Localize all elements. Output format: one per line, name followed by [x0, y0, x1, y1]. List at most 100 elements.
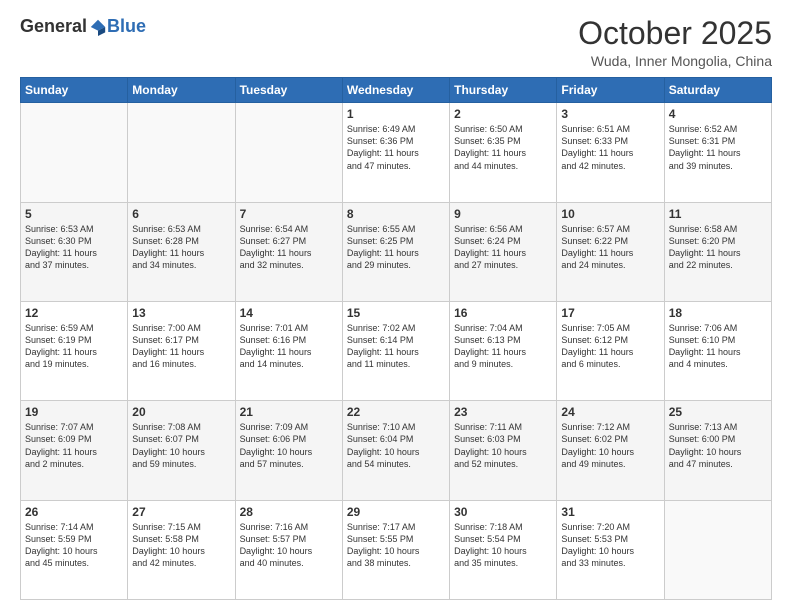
day-info: Sunrise: 6:59 AM Sunset: 6:19 PM Dayligh… [25, 322, 123, 371]
table-row: 11Sunrise: 6:58 AM Sunset: 6:20 PM Dayli… [664, 202, 771, 301]
day-number: 4 [669, 107, 767, 121]
day-number: 10 [561, 207, 659, 221]
table-row: 31Sunrise: 7:20 AM Sunset: 5:53 PM Dayli… [557, 500, 664, 599]
table-row: 13 Sunrise: 7:00 AM Sunset: 6:17 PM Dayli… [128, 301, 235, 400]
day-number: 26 [25, 505, 123, 519]
table-row: 21 Sunrise: 7:09 AM Sunset: 6:06 PM Dayli… [235, 401, 342, 500]
day-number: 15 [347, 306, 445, 320]
day-info: Sunrise: 7:05 AM Sunset: 6:12 PM Dayligh… [561, 322, 659, 371]
logo-general-text: General [20, 16, 87, 37]
day-info: Sunrise: 7:09 AM Sunset: 6:06 PM Dayligh… [240, 421, 338, 470]
day-number: 23 [454, 405, 552, 419]
day-info: Sunrise: 6:52 AM Sunset: 6:31 PM Dayligh… [669, 123, 767, 172]
day-number: 19 [25, 405, 123, 419]
header-saturday: Saturday [664, 78, 771, 103]
table-row: 28 Sunrise: 7:16 AM Sunset: 5:57 PM Dayli… [235, 500, 342, 599]
calendar-week-row-2: 12 Sunrise: 6:59 AM Sunset: 6:19 PM Dayli… [21, 301, 772, 400]
day-number: 3 [561, 107, 659, 121]
header-friday: Friday [557, 78, 664, 103]
table-row: 18 Sunrise: 7:06 AM Sunset: 6:10 PM Dayli… [664, 301, 771, 400]
day-number: 25 [669, 405, 767, 419]
header-wednesday: Wednesday [342, 78, 449, 103]
table-row: 16 Sunrise: 7:04 AM Sunset: 6:13 PM Dayli… [450, 301, 557, 400]
day-number: 8 [347, 207, 445, 221]
day-number: 27 [132, 505, 230, 519]
table-row [664, 500, 771, 599]
day-number: 17 [561, 306, 659, 320]
day-number: 13 [132, 306, 230, 320]
day-info: Sunrise: 7:04 AM Sunset: 6:13 PM Dayligh… [454, 322, 552, 371]
month-title: October 2025 [578, 16, 772, 51]
table-row: 22 Sunrise: 7:10 AM Sunset: 6:04 PM Dayli… [342, 401, 449, 500]
day-info: Sunrise: 7:13 AM Sunset: 6:00 PM Dayligh… [669, 421, 767, 470]
day-info: Sunrise: 7:14 AM Sunset: 5:59 PM Dayligh… [25, 521, 123, 570]
day-info: Sunrise: 7:08 AM Sunset: 6:07 PM Dayligh… [132, 421, 230, 470]
day-info: Sunrise: 6:57 AM Sunset: 6:22 PM Dayligh… [561, 223, 659, 272]
day-number: 28 [240, 505, 338, 519]
day-number: 12 [25, 306, 123, 320]
day-number: 7 [240, 207, 338, 221]
day-info: Sunrise: 7:00 AM Sunset: 6:17 PM Dayligh… [132, 322, 230, 371]
day-info: Sunrise: 7:12 AM Sunset: 6:02 PM Dayligh… [561, 421, 659, 470]
day-number: 22 [347, 405, 445, 419]
table-row: 5Sunrise: 6:53 AM Sunset: 6:30 PM Daylig… [21, 202, 128, 301]
table-row: 24Sunrise: 7:12 AM Sunset: 6:02 PM Dayli… [557, 401, 664, 500]
day-number: 1 [347, 107, 445, 121]
day-info: Sunrise: 6:51 AM Sunset: 6:33 PM Dayligh… [561, 123, 659, 172]
day-number: 31 [561, 505, 659, 519]
table-row: 3 Sunrise: 6:51 AM Sunset: 6:33 PM Daylig… [557, 103, 664, 202]
table-row: 30Sunrise: 7:18 AM Sunset: 5:54 PM Dayli… [450, 500, 557, 599]
table-row: 17 Sunrise: 7:05 AM Sunset: 6:12 PM Dayli… [557, 301, 664, 400]
logo: General Blue [20, 16, 146, 37]
day-info: Sunrise: 7:11 AM Sunset: 6:03 PM Dayligh… [454, 421, 552, 470]
calendar-header-row: Sunday Monday Tuesday Wednesday Thursday… [21, 78, 772, 103]
calendar-week-row-4: 26 Sunrise: 7:14 AM Sunset: 5:59 PM Dayli… [21, 500, 772, 599]
day-number: 6 [132, 207, 230, 221]
header-sunday: Sunday [21, 78, 128, 103]
day-info: Sunrise: 6:56 AM Sunset: 6:24 PM Dayligh… [454, 223, 552, 272]
logo-blue-text: Blue [107, 16, 146, 37]
table-row [128, 103, 235, 202]
day-info: Sunrise: 7:16 AM Sunset: 5:57 PM Dayligh… [240, 521, 338, 570]
day-info: Sunrise: 6:49 AM Sunset: 6:36 PM Dayligh… [347, 123, 445, 172]
day-number: 16 [454, 306, 552, 320]
day-info: Sunrise: 7:10 AM Sunset: 6:04 PM Dayligh… [347, 421, 445, 470]
calendar-week-row-0: 1 Sunrise: 6:49 AM Sunset: 6:36 PM Daylig… [21, 103, 772, 202]
page: General Blue October 2025 Wuda, Inner Mo… [0, 0, 792, 612]
day-info: Sunrise: 7:02 AM Sunset: 6:14 PM Dayligh… [347, 322, 445, 371]
table-row: 25 Sunrise: 7:13 AM Sunset: 6:00 PM Dayli… [664, 401, 771, 500]
calendar-table: Sunday Monday Tuesday Wednesday Thursday… [20, 77, 772, 600]
table-row: 14Sunrise: 7:01 AM Sunset: 6:16 PM Dayli… [235, 301, 342, 400]
day-info: Sunrise: 7:06 AM Sunset: 6:10 PM Dayligh… [669, 322, 767, 371]
table-row: 1 Sunrise: 6:49 AM Sunset: 6:36 PM Daylig… [342, 103, 449, 202]
table-row: 29Sunrise: 7:17 AM Sunset: 5:55 PM Dayli… [342, 500, 449, 599]
table-row: 19Sunrise: 7:07 AM Sunset: 6:09 PM Dayli… [21, 401, 128, 500]
day-number: 21 [240, 405, 338, 419]
table-row: 7 Sunrise: 6:54 AM Sunset: 6:27 PM Daylig… [235, 202, 342, 301]
day-number: 11 [669, 207, 767, 221]
day-info: Sunrise: 6:53 AM Sunset: 6:30 PM Dayligh… [25, 223, 123, 272]
logo-icon [89, 18, 107, 36]
day-number: 9 [454, 207, 552, 221]
table-row [21, 103, 128, 202]
header-monday: Monday [128, 78, 235, 103]
table-row: 20Sunrise: 7:08 AM Sunset: 6:07 PM Dayli… [128, 401, 235, 500]
table-row: 15 Sunrise: 7:02 AM Sunset: 6:14 PM Dayli… [342, 301, 449, 400]
table-row: 8Sunrise: 6:55 AM Sunset: 6:25 PM Daylig… [342, 202, 449, 301]
header-thursday: Thursday [450, 78, 557, 103]
table-row: 23 Sunrise: 7:11 AM Sunset: 6:03 PM Dayli… [450, 401, 557, 500]
calendar-week-row-1: 5Sunrise: 6:53 AM Sunset: 6:30 PM Daylig… [21, 202, 772, 301]
location-text: Wuda, Inner Mongolia, China [578, 53, 772, 69]
table-row: 2Sunrise: 6:50 AM Sunset: 6:35 PM Daylig… [450, 103, 557, 202]
day-number: 29 [347, 505, 445, 519]
table-row: 26 Sunrise: 7:14 AM Sunset: 5:59 PM Dayli… [21, 500, 128, 599]
day-number: 18 [669, 306, 767, 320]
day-info: Sunrise: 6:54 AM Sunset: 6:27 PM Dayligh… [240, 223, 338, 272]
day-number: 30 [454, 505, 552, 519]
table-row [235, 103, 342, 202]
table-row: 6 Sunrise: 6:53 AM Sunset: 6:28 PM Daylig… [128, 202, 235, 301]
day-info: Sunrise: 6:53 AM Sunset: 6:28 PM Dayligh… [132, 223, 230, 272]
table-row: 10 Sunrise: 6:57 AM Sunset: 6:22 PM Dayli… [557, 202, 664, 301]
day-info: Sunrise: 7:15 AM Sunset: 5:58 PM Dayligh… [132, 521, 230, 570]
title-section: October 2025 Wuda, Inner Mongolia, China [578, 16, 772, 69]
